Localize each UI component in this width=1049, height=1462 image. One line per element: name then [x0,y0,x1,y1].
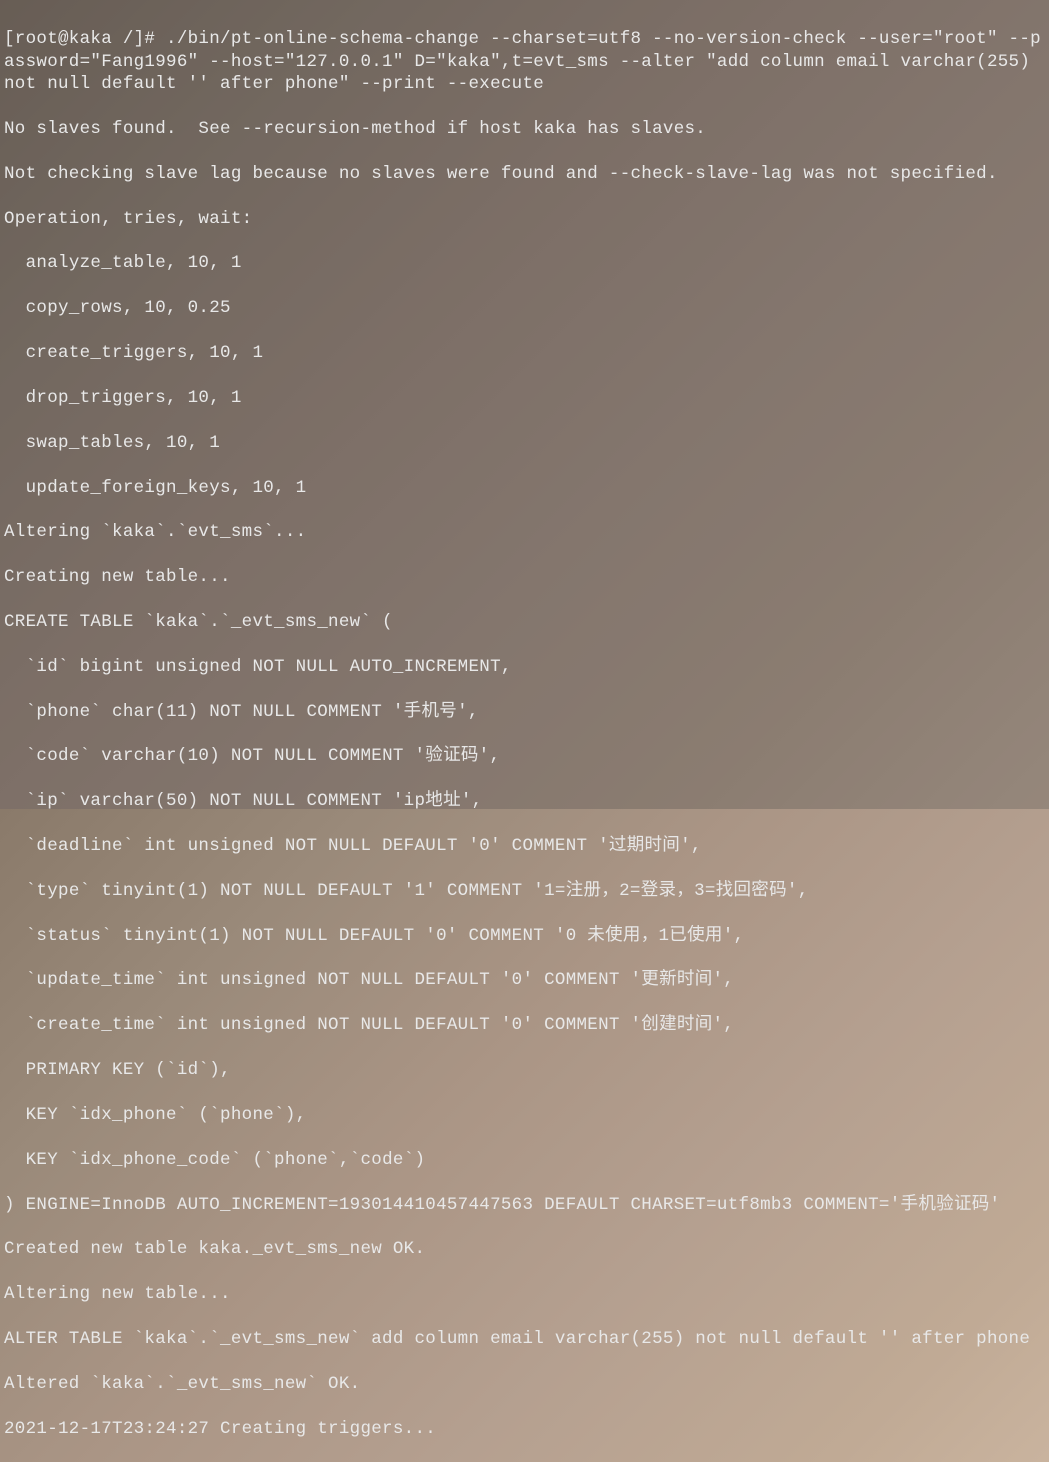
terminal-line: `phone` char(11) NOT NULL COMMENT '手机号', [4,701,1045,723]
terminal-line: ALTER TABLE `kaka`.`_evt_sms_new` add co… [4,1328,1045,1350]
terminal-line: drop_triggers, 10, 1 [4,387,1045,409]
terminal-line: Created new table kaka._evt_sms_new OK. [4,1238,1045,1260]
terminal-line: `create_time` int unsigned NOT NULL DEFA… [4,1014,1045,1036]
terminal-line: PRIMARY KEY (`id`), [4,1059,1045,1081]
terminal-line: CREATE TABLE `kaka`.`_evt_sms_new` ( [4,611,1045,633]
terminal-line: `code` varchar(10) NOT NULL COMMENT '验证码… [4,745,1045,767]
terminal-line: No slaves found. See --recursion-method … [4,118,1045,140]
terminal-line: [root@kaka /]# ./bin/pt-online-schema-ch… [4,28,1045,95]
terminal-line: `ip` varchar(50) NOT NULL COMMENT 'ip地址'… [4,790,1045,812]
terminal-line: `type` tinyint(1) NOT NULL DEFAULT '1' C… [4,880,1045,902]
terminal-line: `update_time` int unsigned NOT NULL DEFA… [4,969,1045,991]
terminal-line: 2021-12-17T23:24:27 Creating triggers... [4,1418,1045,1440]
terminal-line: `status` tinyint(1) NOT NULL DEFAULT '0'… [4,925,1045,947]
terminal-line: Creating new table... [4,566,1045,588]
terminal-line: Operation, tries, wait: [4,208,1045,230]
terminal-line: Altering new table... [4,1283,1045,1305]
terminal-line: swap_tables, 10, 1 [4,432,1045,454]
terminal-line: KEY `idx_phone` (`phone`), [4,1104,1045,1126]
terminal-line: `id` bigint unsigned NOT NULL AUTO_INCRE… [4,656,1045,678]
terminal-line: analyze_table, 10, 1 [4,252,1045,274]
terminal-line: Altered `kaka`.`_evt_sms_new` OK. [4,1373,1045,1395]
terminal-output[interactable]: [root@kaka /]# ./bin/pt-online-schema-ch… [0,0,1049,809]
terminal-line: update_foreign_keys, 10, 1 [4,477,1045,499]
terminal-line: copy_rows, 10, 0.25 [4,297,1045,319]
terminal-line: Altering `kaka`.`evt_sms`... [4,521,1045,543]
terminal-line: create_triggers, 10, 1 [4,342,1045,364]
terminal-line: ) ENGINE=InnoDB AUTO_INCREMENT=193014410… [4,1194,1045,1216]
terminal-line: KEY `idx_phone_code` (`phone`,`code`) [4,1149,1045,1171]
terminal-line: `deadline` int unsigned NOT NULL DEFAULT… [4,835,1045,857]
terminal-line: Not checking slave lag because no slaves… [4,163,1045,185]
